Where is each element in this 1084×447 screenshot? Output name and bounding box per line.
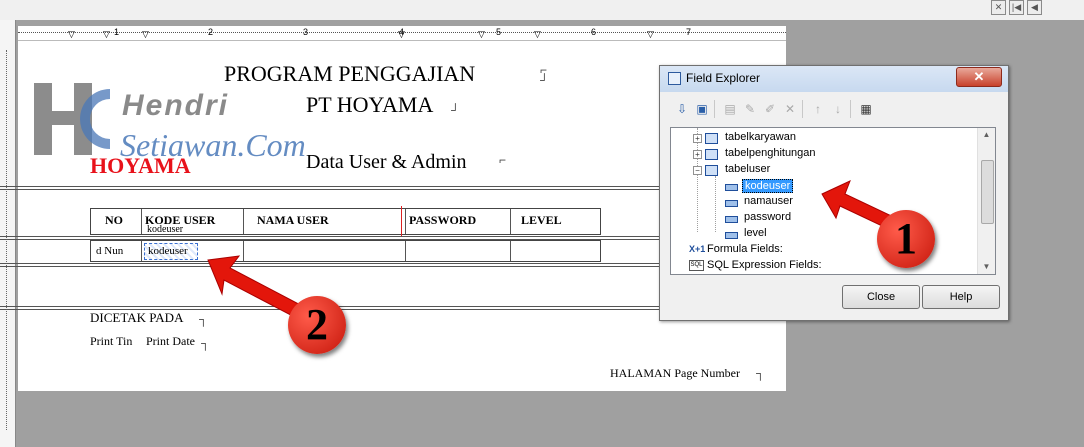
annotation-badge-1: 1 xyxy=(877,210,935,268)
annotation-badge-2: 2 xyxy=(288,296,346,354)
